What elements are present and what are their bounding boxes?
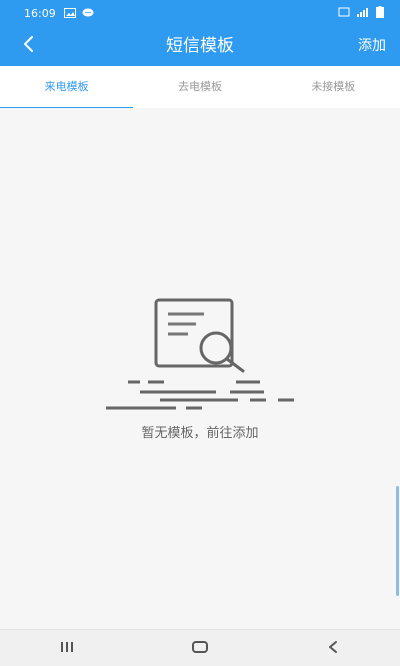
page-title: 短信模板 <box>166 36 234 56</box>
sim-icon <box>338 7 350 20</box>
system-nav-bar <box>0 629 400 666</box>
document-search-icon <box>100 298 300 422</box>
add-template-button[interactable]: 添加 <box>358 26 386 66</box>
image-icon <box>63 8 76 18</box>
empty-state-message: 暂无模板，前往添加 <box>141 426 259 441</box>
home-icon <box>191 639 209 658</box>
tab-outgoing-template[interactable]: 去电模板 <box>133 66 266 108</box>
battery-icon <box>376 5 384 21</box>
back-icon <box>327 639 339 658</box>
recent-apps-icon <box>59 639 75 658</box>
home-button[interactable] <box>170 630 230 666</box>
status-right <box>338 5 384 21</box>
chat-bubble-icon <box>82 8 94 18</box>
template-tabs: 来电模板 去电模板 未接模板 <box>0 66 400 109</box>
tab-missed-template[interactable]: 未接模板 <box>267 66 400 108</box>
signal-icon <box>356 7 370 20</box>
status-bar: 16:09 <box>0 0 400 26</box>
tab-incoming-template[interactable]: 来电模板 <box>0 66 134 109</box>
system-back-button[interactable] <box>303 630 363 666</box>
status-time: 16:09 <box>24 6 56 20</box>
app-toolbar: 短信模板 添加 <box>0 26 400 66</box>
scrollbar-indicator[interactable] <box>396 486 399 596</box>
template-list-area: 暂无模板，前往添加 <box>0 108 400 630</box>
recent-apps-button[interactable] <box>37 630 97 666</box>
